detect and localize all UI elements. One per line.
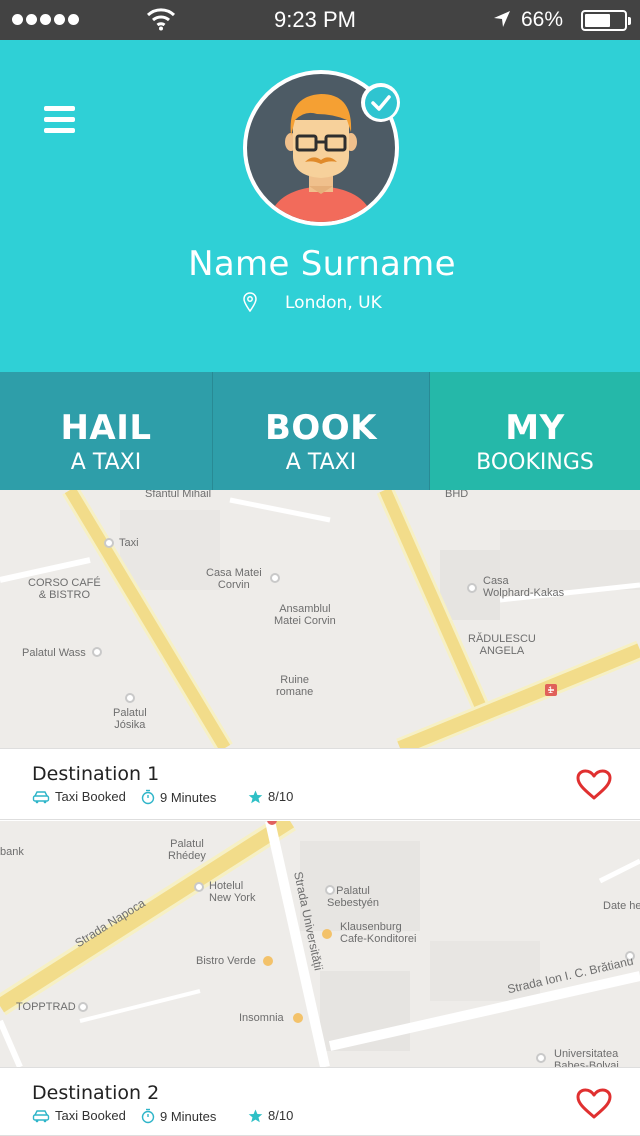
taxi-status: Taxi Booked [32, 1108, 126, 1123]
tab-mybookings-small-label: BOOKINGS [476, 450, 594, 475]
map-label: Bistro Verde [196, 955, 256, 967]
tab-mybookings-big-label: MY [505, 408, 565, 448]
map-label: Ruine romane [276, 674, 314, 698]
destination-title: Destination 1 [32, 763, 160, 785]
poi-icon [194, 882, 204, 892]
taxi-status-text: Taxi Booked [55, 1108, 126, 1123]
map-label: Palatul Jósika [113, 707, 147, 731]
stopwatch-icon [141, 789, 155, 805]
tab-book-big-label: BOOK [264, 408, 378, 448]
university-icon [536, 1053, 546, 1063]
battery-percentage: 66% [521, 8, 564, 31]
verified-badge [361, 83, 400, 122]
map-label: bank [0, 846, 24, 858]
cafe-icon [293, 1013, 303, 1023]
location-services-icon [494, 11, 510, 27]
map-label: TOPPTRAD [16, 1001, 76, 1013]
taxi-icon [32, 1109, 50, 1122]
profile-location: London, UK [285, 293, 382, 313]
rating: 8/10 [248, 1108, 293, 1123]
destination-title: Destination 2 [32, 1082, 160, 1104]
map-label: Universitatea Babeș-Bolyai [554, 1048, 619, 1067]
map-label: Date he [603, 900, 640, 912]
map-label: Taxi [119, 537, 139, 549]
map-label: Klausenburg Cafe-Konditorei [340, 921, 417, 945]
map-label: Casa Wolphard-Kakas [483, 575, 565, 599]
cafe-icon [322, 929, 332, 939]
map-label: Casa Matei Corvin [206, 567, 262, 591]
map-label: Insomnia [239, 1012, 284, 1024]
profile-name: Name Surname [188, 244, 456, 284]
rating-text: 8/10 [268, 1108, 294, 1123]
book-a-taxi-button[interactable]: BOOK A TAXI [213, 372, 430, 490]
poi-icon [104, 538, 114, 548]
action-tabs: HAIL A TAXI BOOK A TAXI MY BOOKINGS [0, 372, 640, 490]
status-bar: 9:23 PM 66% [0, 0, 640, 40]
map-label: 1 [548, 685, 554, 695]
battery-icon [581, 10, 631, 31]
poi-icon [92, 647, 102, 657]
poi-icon [78, 1002, 88, 1012]
rating: 8/10 [248, 789, 293, 804]
map-pin-icon [243, 292, 257, 312]
map-label: CORSO CAFÉ & BISTRO [28, 577, 101, 601]
trip-duration: 9 Minutes [141, 789, 216, 805]
destination-1-map[interactable]: Sfantul Mihail Taxi BHD Casa Matei Corvi… [0, 490, 640, 748]
poi-icon [270, 573, 280, 583]
trip-duration-text: 9 Minutes [160, 789, 217, 805]
map-label: Hotelul New York [209, 880, 256, 904]
destination-2-map[interactable]: bank Palatul Rhédey Hotelul New York Pal… [0, 821, 640, 1067]
destination-card-2[interactable]: Destination 2 Taxi Booked 9 Minutes 8/10 [0, 1067, 640, 1136]
map-label: Sfantul Mihail [145, 490, 212, 500]
hail-a-taxi-button[interactable]: HAIL A TAXI [0, 372, 213, 490]
map-label: Palatul Rhédey [168, 838, 206, 862]
trip-duration-text: 9 Minutes [160, 1108, 217, 1124]
tab-hail-big-label: HAIL [60, 408, 152, 448]
my-bookings-button[interactable]: MY BOOKINGS [430, 372, 640, 490]
map-label: Palatul Sebestyén [327, 885, 379, 909]
stopwatch-icon [141, 1108, 155, 1124]
hamburger-menu-icon[interactable] [44, 106, 75, 134]
map-label: RĂDULESCU ANGELA [468, 633, 536, 657]
heart-icon[interactable] [576, 1088, 612, 1120]
poi-icon [125, 693, 135, 703]
tab-hail-small-label: A TAXI [70, 450, 142, 475]
star-icon [248, 1109, 263, 1122]
heart-icon[interactable] [576, 769, 612, 801]
taxi-status: Taxi Booked [32, 789, 126, 804]
star-icon [248, 790, 263, 803]
taxi-icon [32, 790, 50, 803]
tab-book-small-label: A TAXI [285, 450, 357, 475]
map-label: Palatul Wass [22, 647, 86, 659]
taxi-status-text: Taxi Booked [55, 789, 126, 804]
restaurant-icon [263, 956, 273, 966]
rating-text: 8/10 [268, 789, 294, 804]
poi-icon [467, 583, 477, 593]
trip-duration: 9 Minutes [141, 1108, 216, 1124]
map-label: BHD [445, 490, 469, 500]
check-icon [364, 86, 397, 119]
map-label: Ansamblul Matei Corvin [274, 603, 336, 627]
destination-card-1[interactable]: Destination 1 Taxi Booked 9 Minutes 8/10 [0, 748, 640, 820]
